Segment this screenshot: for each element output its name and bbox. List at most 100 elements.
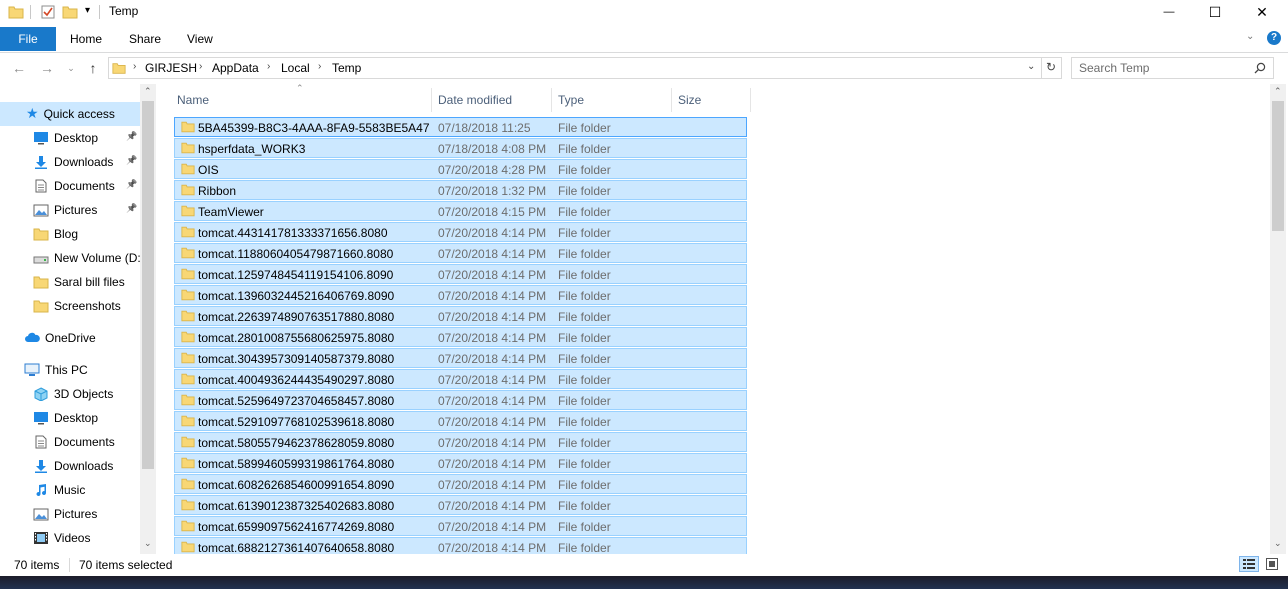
nav-item-this-pc[interactable]: This PC (24, 358, 157, 381)
status-divider (69, 558, 70, 572)
breadcrumb-girjesh[interactable]: GIRJESH (145, 61, 197, 75)
table-row[interactable]: tomcat.5899460599319861764.8080 07/20/201… (174, 453, 747, 473)
file-type: File folder (558, 394, 611, 408)
table-row[interactable]: tomcat.2801008755680625975.8080 07/20/201… (174, 327, 747, 347)
file-list-scrollbar[interactable]: ⌃ ⌄ (1270, 84, 1286, 554)
table-row[interactable]: tomcat.2263974890763517880.8080 07/20/201… (174, 306, 747, 326)
column-divider[interactable] (551, 88, 552, 112)
sidebar-item-screenshots[interactable]: Screenshots (33, 294, 157, 317)
address-bar[interactable]: › GIRJESH › AppData › Local › Temp ⌄ ↻ (108, 57, 1062, 79)
scroll-up-icon[interactable]: ⌃ (1274, 86, 1282, 97)
breadcrumb-chevron-icon[interactable]: › (133, 61, 136, 72)
expand-ribbon-icon[interactable]: ⌄ (1246, 31, 1254, 42)
column-header-type[interactable]: Type (558, 88, 584, 112)
table-row[interactable]: TeamViewer 07/20/2018 4:15 PM File folder (174, 201, 747, 221)
properties-icon[interactable] (40, 4, 56, 20)
sidebar-item-new-volume-d[interactable]: New Volume (D: (33, 246, 157, 269)
column-header-size[interactable]: Size (678, 88, 701, 112)
details-view-button[interactable] (1239, 556, 1259, 572)
back-arrow-icon[interactable]: ← (9, 60, 29, 76)
sidebar-item-downloads[interactable]: Downloads (33, 150, 157, 173)
table-row[interactable]: tomcat.443141781333371656.8080 07/20/2018… (174, 222, 747, 242)
table-row[interactable]: tomcat.6599097562416774269.8080 07/20/201… (174, 516, 747, 536)
nav-scroll-thumb[interactable] (142, 101, 154, 469)
search-input[interactable] (1079, 61, 1249, 75)
breadcrumb-appdata[interactable]: AppData (212, 61, 259, 75)
sidebar-item-pc-desktop[interactable]: Desktop (33, 406, 157, 429)
tab-view[interactable]: View (187, 27, 213, 51)
minimize-button[interactable]: — (1146, 0, 1192, 24)
pin-icon[interactable]: 📌 (126, 203, 137, 214)
sidebar-item-documents[interactable]: Documents (33, 174, 157, 197)
sidebar-item-blog[interactable]: Blog (33, 222, 157, 245)
table-row[interactable]: tomcat.3043957309140587379.8080 07/20/201… (174, 348, 747, 368)
breadcrumb-local[interactable]: Local (281, 61, 310, 75)
table-row[interactable]: tomcat.4004936244435490297.8080 07/20/201… (174, 369, 747, 389)
maximize-button[interactable]: ☐ (1192, 0, 1238, 24)
pin-icon[interactable]: 📌 (126, 131, 137, 142)
close-button[interactable]: ✕ (1238, 0, 1286, 24)
sidebar-item-desktop[interactable]: Desktop (33, 126, 157, 149)
column-divider[interactable] (671, 88, 672, 112)
nav-scrollbar[interactable]: ⌃ ⌄ (140, 84, 156, 554)
table-row[interactable]: 5BA45399-B8C3-4AAA-8FA9-5583BE5A47 07/18/… (174, 117, 747, 137)
nav-item-quick-access[interactable]: ★ Quick access (26, 102, 157, 125)
nav-item-onedrive[interactable]: OneDrive (24, 326, 157, 349)
sidebar-item-pc-downloads[interactable]: Downloads (33, 454, 157, 477)
forward-arrow-icon[interactable]: → (37, 60, 57, 76)
sidebar-item-pc-documents[interactable]: Documents (33, 430, 157, 453)
scroll-down-icon[interactable]: ⌄ (144, 538, 152, 549)
column-divider[interactable] (750, 88, 751, 112)
scroll-down-icon[interactable]: ⌄ (1274, 538, 1282, 549)
pin-icon[interactable]: 📌 (126, 179, 137, 190)
tab-share[interactable]: Share (129, 27, 161, 51)
breadcrumb-chevron-icon[interactable]: › (267, 61, 270, 72)
table-row[interactable]: OIS 07/20/2018 4:28 PM File folder (174, 159, 747, 179)
scroll-up-icon[interactable]: ⌃ (144, 86, 152, 97)
maximize-icon: ☐ (1208, 3, 1222, 20)
file-date: 07/20/2018 4:14 PM (438, 226, 547, 240)
file-date: 07/20/2018 4:14 PM (438, 331, 547, 345)
search-icon[interactable] (1254, 62, 1266, 74)
pin-icon[interactable]: 📌 (126, 155, 137, 166)
table-row[interactable]: tomcat.6139012387325402683.8080 07/20/201… (174, 495, 747, 515)
help-icon[interactable]: ? (1267, 31, 1281, 45)
folder-icon (181, 415, 195, 427)
column-header-date-modified[interactable]: Date modified (438, 88, 512, 112)
breadcrumb-chevron-icon[interactable]: › (199, 61, 202, 72)
column-divider[interactable] (431, 88, 432, 112)
tab-home[interactable]: Home (70, 27, 102, 51)
nav-label: Quick access (43, 106, 115, 121)
sidebar-item-pc-pictures[interactable]: Pictures (33, 502, 157, 525)
new-folder-icon[interactable] (62, 4, 78, 20)
breadcrumb-temp[interactable]: Temp (332, 61, 361, 75)
search-box[interactable] (1071, 57, 1274, 79)
table-row[interactable]: hsperfdata_WORK3 07/18/2018 4:08 PM File f… (174, 138, 747, 158)
table-row[interactable]: tomcat.5259649723704658457.8080 07/20/201… (174, 390, 747, 410)
file-scroll-thumb[interactable] (1272, 101, 1284, 231)
table-row[interactable]: tomcat.1396032445216406769.8090 07/20/201… (174, 285, 747, 305)
table-row[interactable]: tomcat.6082626854600991654.8090 07/20/201… (174, 474, 747, 494)
table-row[interactable]: tomcat.5291097768102539618.8080 07/20/201… (174, 411, 747, 431)
up-arrow-icon[interactable]: ↑ (83, 60, 103, 76)
column-header-name[interactable]: Name (177, 88, 209, 112)
sidebar-item-pc-videos[interactable]: Videos (33, 526, 157, 549)
qat-customize-icon[interactable]: ▾ (85, 5, 90, 21)
table-row[interactable]: tomcat.1259748454119154106.8090 07/20/201… (174, 264, 747, 284)
sidebar-item-pc-3d-objects[interactable]: 3D Objects (33, 382, 157, 405)
large-icons-view-button[interactable] (1262, 556, 1282, 572)
table-row[interactable]: tomcat.6882127361407640658.8080 07/20/201… (174, 537, 747, 554)
recent-locations-icon[interactable]: ⌄ (61, 60, 81, 76)
sidebar-item-pictures[interactable]: Pictures (33, 198, 157, 221)
address-dropdown-icon[interactable]: ⌄ (1027, 61, 1035, 72)
table-row[interactable]: tomcat.5805579462378628059.8080 07/20/201… (174, 432, 747, 452)
folder-icon (181, 373, 195, 385)
sidebar-item-pc-music[interactable]: Music (33, 478, 157, 501)
table-row[interactable]: Ribbon 07/20/2018 1:32 PM File folder (174, 180, 747, 200)
refresh-icon[interactable]: ↻ (1046, 60, 1056, 74)
file-type: File folder (558, 415, 611, 429)
sidebar-item-saral-bill-files[interactable]: Saral bill files (33, 270, 157, 293)
breadcrumb-chevron-icon[interactable]: › (318, 61, 321, 72)
tab-file[interactable]: File (0, 27, 56, 51)
table-row[interactable]: tomcat.1188060405479871660.8080 07/20/201… (174, 243, 747, 263)
